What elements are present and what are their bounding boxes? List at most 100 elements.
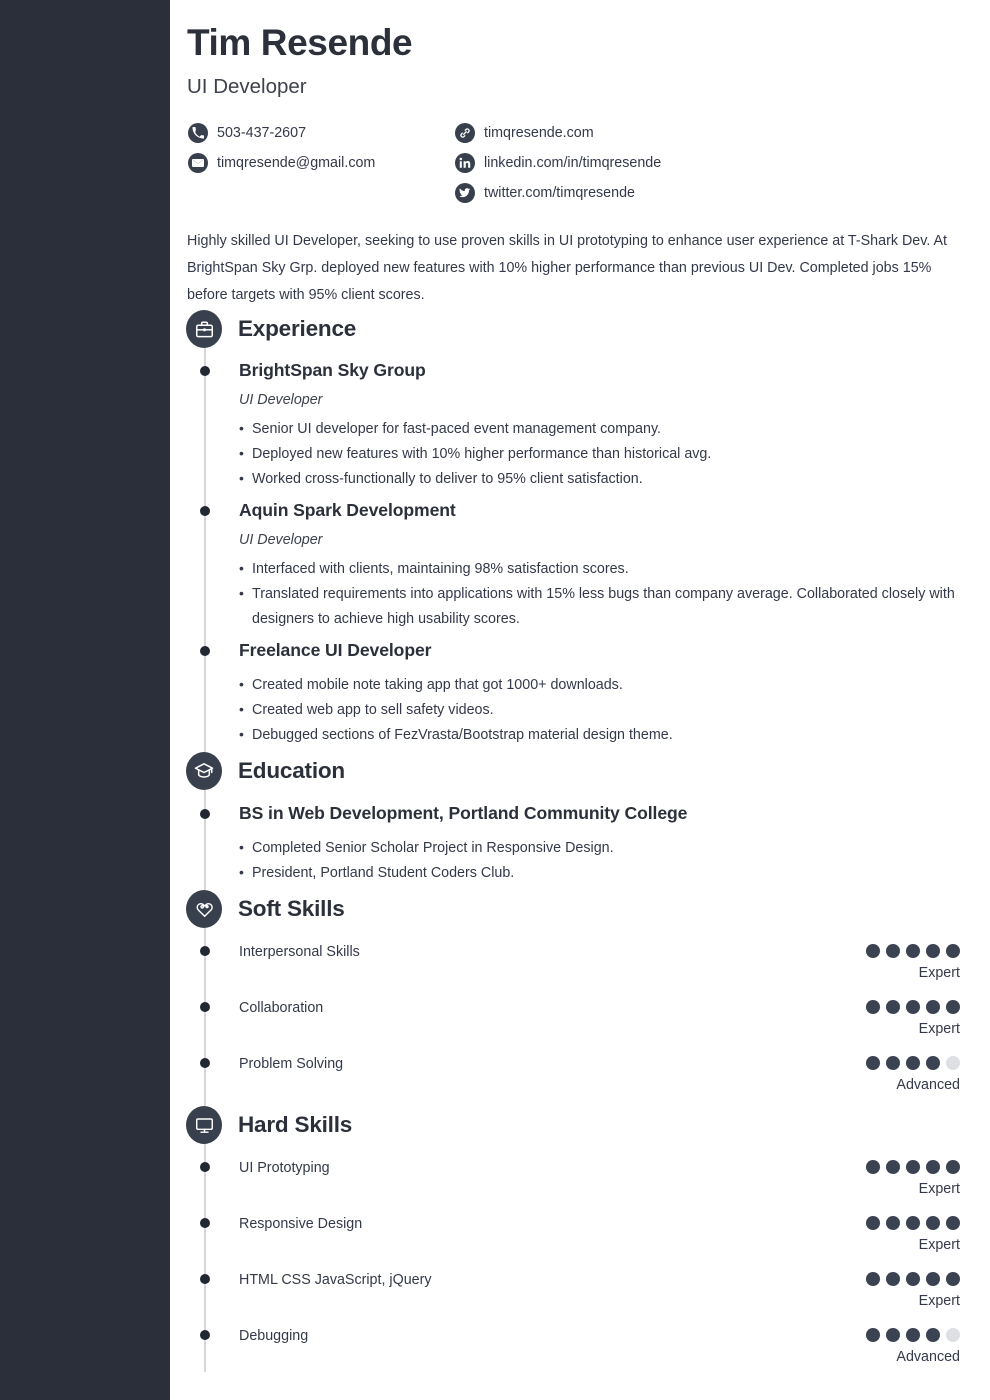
link-icon xyxy=(455,122,475,143)
experience-bullets: Senior UI developer for fast-paced event… xyxy=(239,416,969,492)
briefcase-icon xyxy=(186,310,222,348)
section-header-soft-skills: Soft Skills xyxy=(186,890,345,928)
graduation-cap-icon xyxy=(186,752,222,790)
soft-skill-row: Interpersonal Skills Expert xyxy=(170,944,990,1000)
contact-phone[interactable]: 503-437-2607 xyxy=(188,118,375,148)
timeline-dot xyxy=(200,366,210,376)
skill-label: HTML CSS JavaScript, jQuery xyxy=(239,1272,432,1288)
rating-dot-filled xyxy=(886,1056,900,1070)
rating-dot-filled xyxy=(906,1328,920,1342)
experience-role: UI Developer xyxy=(239,532,323,549)
linkedin-icon xyxy=(455,152,475,173)
timeline-dot xyxy=(200,946,210,956)
soft-skill-row: Collaboration Expert xyxy=(170,1000,990,1056)
skill-label: Problem Solving xyxy=(239,1056,344,1072)
rating-dot-filled xyxy=(906,944,920,958)
timeline-line-experience xyxy=(204,348,206,752)
experience-entry-body: BrightSpan Sky Group UI Developer Senior… xyxy=(239,360,969,492)
skill-label: UI Prototyping xyxy=(239,1160,330,1176)
rating-dot-filled xyxy=(926,1272,940,1286)
contact-website[interactable]: timqresende.com xyxy=(455,118,661,148)
hard-skill-row: Debugging Advanced xyxy=(170,1328,990,1384)
rating-dot-filled xyxy=(886,1272,900,1286)
rating-dot-empty xyxy=(946,1056,960,1070)
contact-linkedin[interactable]: linkedin.com/in/timqresende xyxy=(455,148,661,178)
rating-dot-filled xyxy=(906,1216,920,1230)
rating-dot-filled xyxy=(926,1160,940,1174)
contact-email[interactable]: timqresende@gmail.com xyxy=(188,148,375,178)
phone-icon xyxy=(188,122,208,143)
rating-dots xyxy=(866,1160,960,1174)
list-item: Translated requirements into application… xyxy=(239,581,969,632)
contact-linkedin-text: linkedin.com/in/timqresende xyxy=(484,154,662,171)
soft-skill-row: Problem Solving Advanced xyxy=(170,1056,990,1112)
timeline-line-education xyxy=(204,790,206,890)
experience-entry-body: Aquin Spark Development UI Developer Int… xyxy=(239,500,969,632)
rating-dot-filled xyxy=(866,1328,880,1342)
section-title-education: Education xyxy=(238,758,345,783)
dark-sidebar xyxy=(0,0,170,1400)
rating-dots xyxy=(866,1056,960,1070)
skill-level: Advanced xyxy=(896,1077,960,1093)
timeline-dot xyxy=(200,506,210,516)
rating-dot-filled xyxy=(886,1160,900,1174)
professional-summary: Highly skilled UI Developer, seeking to … xyxy=(187,233,947,303)
rating-dot-filled xyxy=(906,1056,920,1070)
section-header-education: Education xyxy=(186,752,345,790)
rating-dots xyxy=(866,1328,960,1342)
contact-twitter-text: twitter.com/timqresende xyxy=(484,184,635,201)
rating-dot-filled xyxy=(906,1272,920,1286)
rating-dot-filled xyxy=(926,1000,940,1014)
twitter-icon xyxy=(455,182,475,203)
list-item: Created mobile note taking app that got … xyxy=(239,672,969,698)
rating-dot-filled xyxy=(886,1328,900,1342)
section-title-hard-skills: Hard Skills xyxy=(238,1112,353,1137)
rating-dot-filled xyxy=(946,1000,960,1014)
skill-level: Expert xyxy=(918,965,960,981)
sidebar-date-experience-1: 2015-06 - 2018-03 xyxy=(866,363,979,378)
sidebar-date-experience-2: 2014-05 - 2015-06 xyxy=(866,503,979,518)
rating-dot-filled xyxy=(886,1000,900,1014)
puzzle-heart-icon xyxy=(186,890,222,928)
skill-label: Debugging xyxy=(239,1328,309,1344)
rating-dot-filled xyxy=(906,1160,920,1174)
timeline-dot xyxy=(200,1058,210,1068)
timeline-dot xyxy=(200,1330,210,1340)
list-item: Completed Senior Scholar Project in Resp… xyxy=(239,835,969,861)
contact-website-text: timqresende.com xyxy=(484,124,594,141)
hard-skill-row: UI Prototyping Expert xyxy=(170,1160,990,1216)
contact-phone-text: 503-437-2607 xyxy=(217,124,307,141)
experience-bullets: Created mobile note taking app that got … xyxy=(239,672,969,748)
rating-dots xyxy=(866,1272,960,1286)
hard-skill-row: HTML CSS JavaScript, jQuery Expert xyxy=(170,1272,990,1328)
contact-email-text: timqresende@gmail.com xyxy=(217,154,376,171)
sidebar-date-experience-3: 2009-06 - 2014-05 xyxy=(866,643,979,658)
list-item: Senior UI developer for fast-paced event… xyxy=(239,416,969,442)
section-title-experience: Experience xyxy=(238,316,357,341)
rating-dot-filled xyxy=(866,944,880,958)
section-title-soft-skills: Soft Skills xyxy=(238,896,345,921)
list-item: Worked cross-functionally to deliver to … xyxy=(239,466,969,492)
skill-level: Expert xyxy=(918,1293,960,1309)
contact-twitter[interactable]: twitter.com/timqresende xyxy=(455,178,661,208)
rating-dot-empty xyxy=(946,1328,960,1342)
list-item: President, Portland Student Coders Club. xyxy=(239,860,969,886)
hard-skill-row: Responsive Design Expert xyxy=(170,1216,990,1272)
rating-dot-filled xyxy=(926,1056,940,1070)
rating-dot-filled xyxy=(946,1272,960,1286)
experience-bullets: Interfaced with clients, maintaining 98%… xyxy=(239,556,969,632)
skill-label: Responsive Design xyxy=(239,1216,363,1232)
contact-column-right: timqresende.com linkedin.com/in/timqrese… xyxy=(455,118,661,208)
section-header-hard-skills: Hard Skills xyxy=(186,1106,352,1144)
rating-dot-filled xyxy=(866,1000,880,1014)
rating-dots xyxy=(866,1216,960,1230)
job-title: UI Developer xyxy=(187,74,307,98)
rating-dot-filled xyxy=(866,1216,880,1230)
skill-label: Interpersonal Skills xyxy=(239,944,360,960)
timeline-dot xyxy=(200,1002,210,1012)
email-icon xyxy=(188,152,208,173)
rating-dots xyxy=(866,944,960,958)
rating-dot-filled xyxy=(926,1328,940,1342)
timeline-dot xyxy=(200,1218,210,1228)
resume-header: Tim Resende UI Developer 503-437-2607 ti… xyxy=(187,22,977,204)
